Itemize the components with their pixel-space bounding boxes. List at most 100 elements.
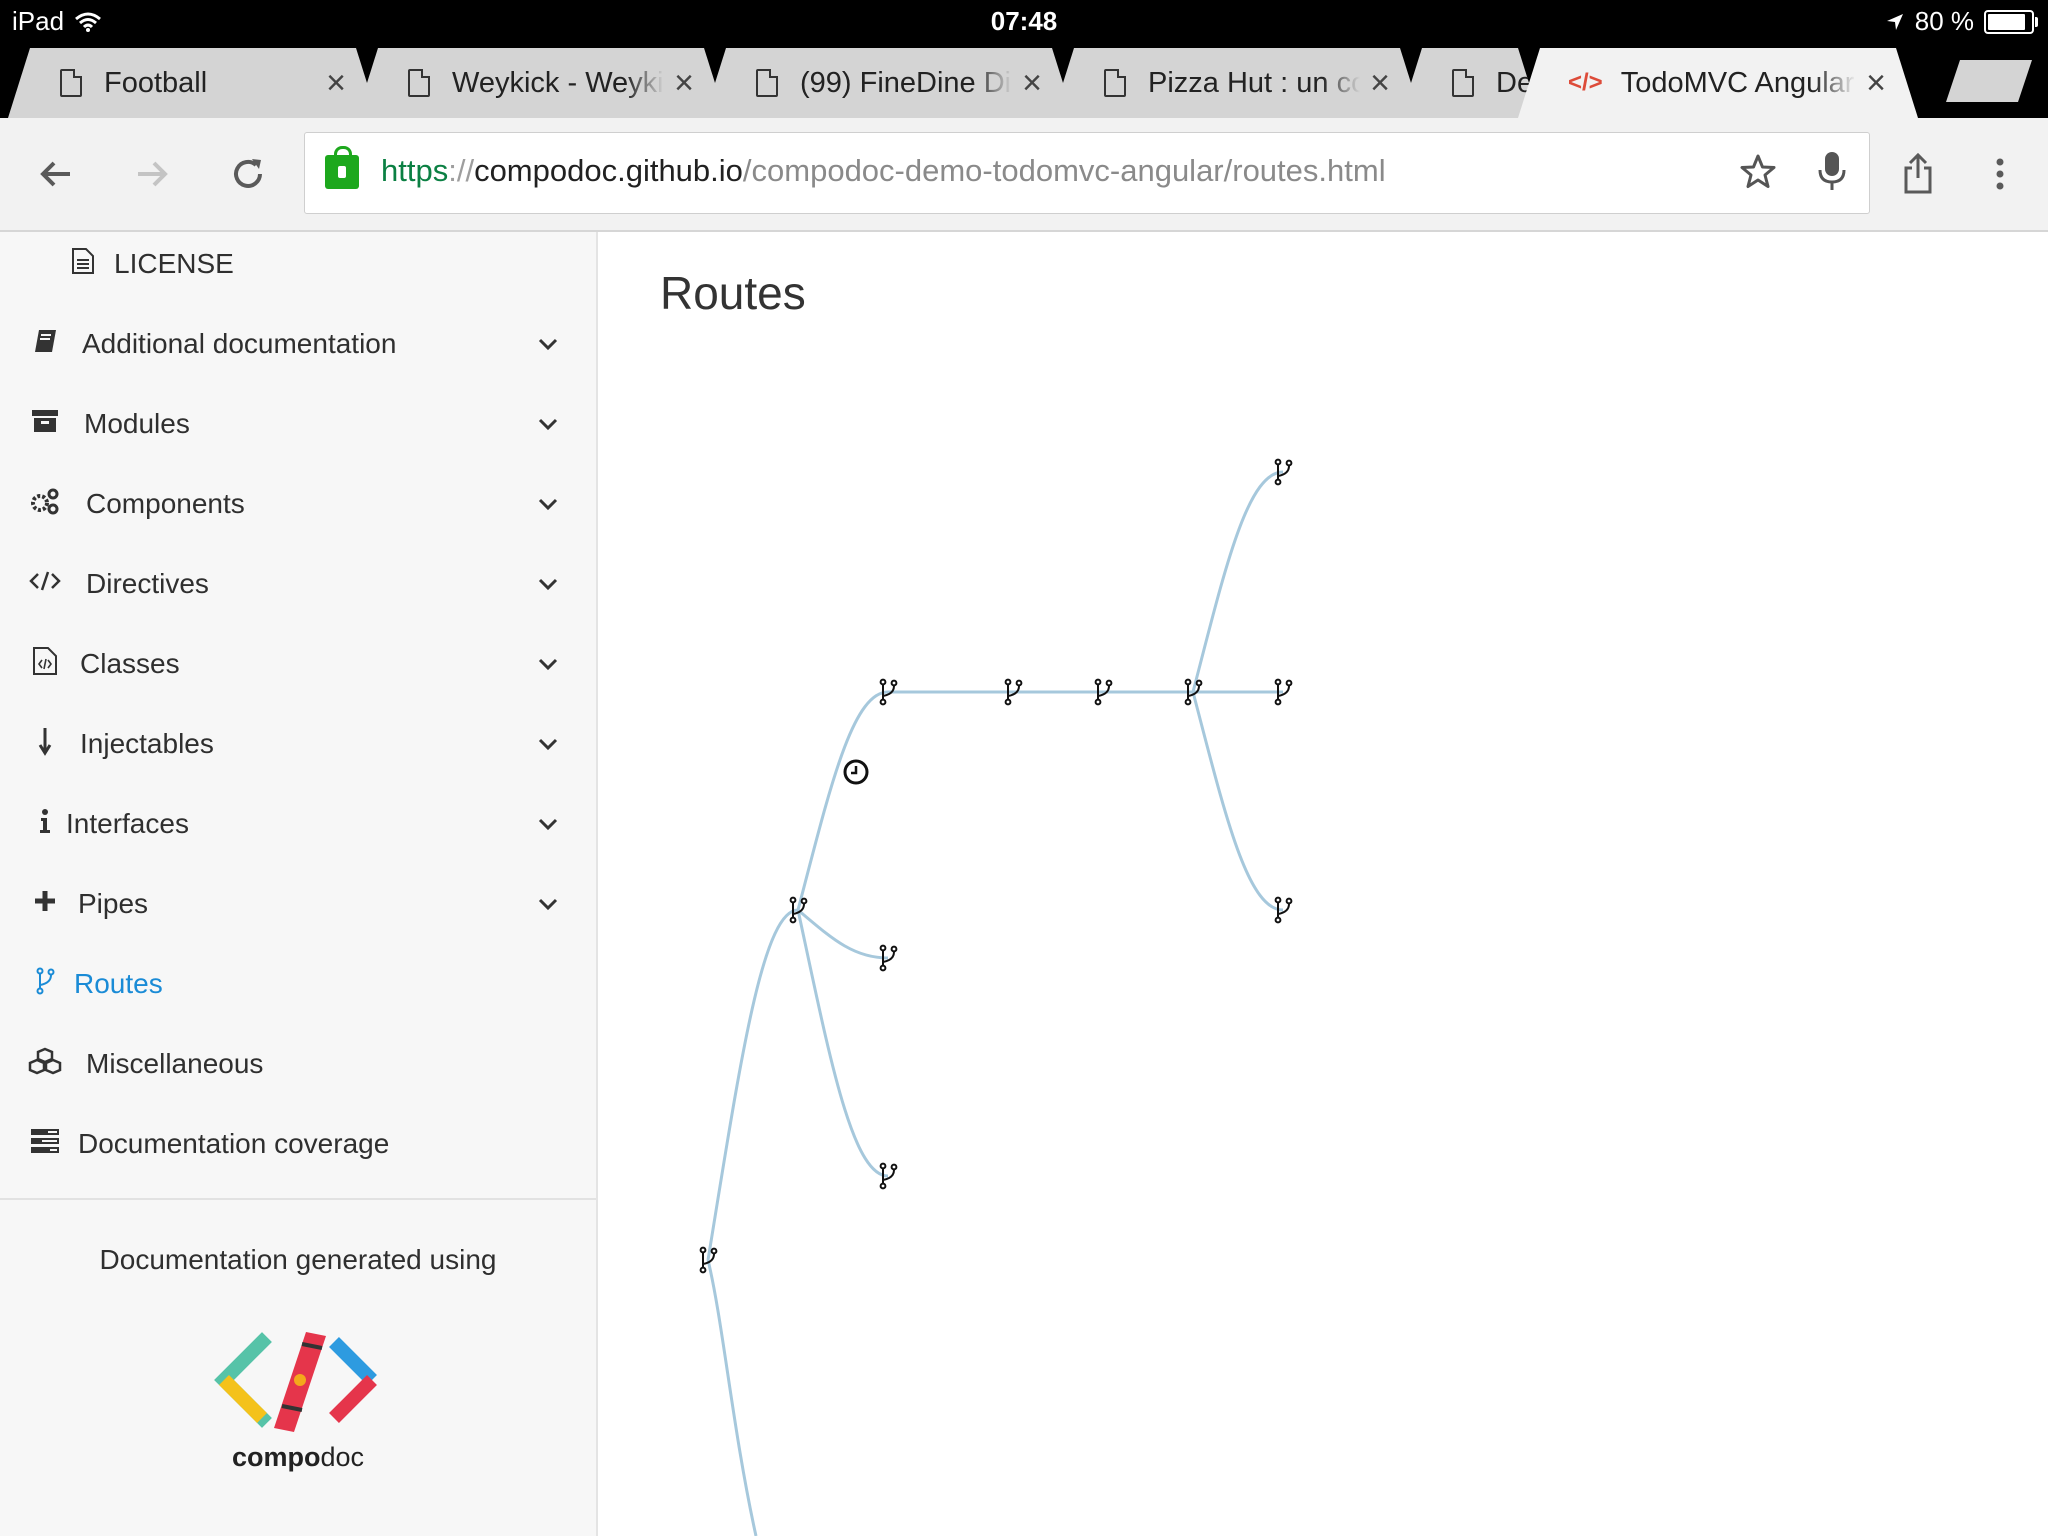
route-link — [796, 690, 889, 911]
address-bar[interactable]: https://compodoc.github.io/compodoc-demo… — [304, 132, 1870, 214]
sidebar-item-label: LICENSE — [114, 248, 234, 279]
chevron-down-icon[interactable] — [534, 890, 562, 918]
tab-de[interactable]: De — [1400, 48, 1540, 118]
generated-by-text: Documentation generated using — [99, 1244, 497, 1275]
file-text-icon — [66, 247, 100, 282]
browser-toolbar: https://compodoc.github.io/compodoc-demo… — [0, 118, 2048, 232]
reload-icon — [234, 159, 262, 188]
sidebar-item-injectables[interactable]: Injectables — [0, 712, 596, 776]
share-button[interactable] — [1890, 146, 1946, 202]
sidebar-item-label: Additional documentation — [82, 328, 397, 359]
chevron-down-icon[interactable] — [534, 410, 562, 438]
sidebar-item-directives[interactable]: Directives — [0, 552, 596, 616]
sidebar-item-routes[interactable]: Routes — [0, 952, 596, 1016]
new-tab-button[interactable] — [1946, 60, 2032, 102]
clock: 07:48 — [990, 6, 1058, 36]
routes-tree-graph[interactable] — [598, 232, 2048, 1536]
location-arrow-icon — [1886, 13, 1903, 30]
lock-icon — [325, 146, 359, 189]
more-vert-icon — [1996, 158, 2004, 190]
archive-icon — [28, 408, 62, 441]
tasks-icon — [28, 1128, 62, 1161]
book-icon — [28, 328, 62, 361]
route-link — [706, 908, 799, 1261]
sidebar-item-label: Documentation coverage — [78, 1128, 390, 1159]
route-link — [796, 909, 889, 1178]
route-node-fork-icon[interactable] — [1274, 458, 1293, 486]
page-icon — [1452, 69, 1474, 97]
sidebar-item-pipes[interactable]: Pipes — [0, 872, 596, 936]
voice-search-button[interactable] — [1807, 147, 1857, 197]
tab-title: Football — [104, 66, 208, 99]
back-button[interactable] — [28, 146, 84, 202]
chevron-down-icon[interactable] — [534, 570, 562, 598]
status-bar: iPad 07:48 80 % — [0, 0, 2048, 42]
page-icon — [756, 69, 778, 97]
sidebar-item-modules[interactable]: Modules — [0, 392, 596, 456]
reload-button[interactable] — [220, 146, 276, 202]
tab-title: (99) FineDine Digital — [800, 66, 1012, 99]
route-node-fork-icon[interactable] — [879, 944, 898, 972]
close-icon[interactable]: × — [664, 64, 704, 103]
close-icon[interactable]: × — [1012, 64, 1052, 103]
page-icon — [1104, 69, 1126, 97]
close-icon[interactable]: × — [1360, 64, 1400, 103]
url-scheme: https — [381, 153, 449, 188]
route-node-fork-icon[interactable] — [1274, 678, 1293, 706]
forward-button[interactable] — [124, 146, 180, 202]
sidebar-item-interfaces[interactable]: Interfaces — [0, 792, 596, 856]
tab-pizza-hut[interactable]: Pizza Hut : un concept × — [1052, 48, 1422, 118]
star-icon — [1740, 154, 1776, 188]
tab-todomvc-active[interactable]: </> TodoMVC Angular × — [1518, 48, 1918, 118]
bookmark-star-button[interactable] — [1733, 147, 1783, 197]
file-code-icon — [28, 646, 62, 683]
arrow-left-icon — [40, 161, 70, 187]
route-node-fork-icon[interactable] — [879, 1162, 898, 1190]
route-node-fork-icon[interactable] — [1274, 896, 1293, 924]
sidebar-item-classes[interactable]: Classes — [0, 632, 596, 696]
wordmark-light: doc — [320, 1442, 365, 1472]
microphone-icon — [1818, 152, 1846, 190]
code-fork-icon — [28, 967, 62, 1002]
tab-finedine[interactable]: (99) FineDine Digital × — [704, 48, 1074, 118]
sidebar-item-label: Interfaces — [66, 808, 189, 839]
plus-icon — [28, 888, 62, 920]
route-link — [706, 1259, 758, 1536]
chevron-down-icon[interactable] — [534, 490, 562, 518]
url-text[interactable]: https://compodoc.github.io/compodoc-demo… — [381, 153, 1386, 189]
compodoc-wordmark: compodoc — [0, 1442, 596, 1473]
route-nodes — [699, 458, 1293, 1274]
route-link — [1191, 470, 1284, 693]
sidebar-item-license[interactable]: LICENSE — [0, 232, 596, 296]
menu-button[interactable] — [1972, 146, 2028, 202]
url-host: compodoc.github.io — [474, 153, 743, 188]
lazy-load-clock-icon[interactable] — [843, 759, 869, 785]
code-icon: </> — [1568, 69, 1603, 96]
chevron-down-icon[interactable] — [534, 810, 562, 838]
tab-weykick[interactable]: Weykick - Weykick × — [356, 48, 726, 118]
close-icon[interactable]: × — [316, 64, 356, 103]
sidebar-item-miscellaneous[interactable]: Miscellaneous — [0, 1032, 596, 1096]
tab-football[interactable]: Football × — [8, 48, 378, 118]
chevron-down-icon[interactable] — [534, 650, 562, 678]
route-link — [797, 908, 889, 960]
battery-icon — [1984, 9, 2038, 34]
cubes-icon — [28, 1047, 62, 1082]
tab-strip: Football × Weykick - Weykick × (99) Fine… — [0, 42, 2048, 118]
tab-title: Weykick - Weykick — [452, 66, 664, 99]
sidebar-item-components[interactable]: Components — [0, 472, 596, 536]
page-icon — [408, 69, 430, 97]
tab-title: Pizza Hut : un concept — [1148, 66, 1360, 99]
route-links — [706, 470, 1284, 1536]
chevron-down-icon[interactable] — [534, 730, 562, 758]
sidebar-item-label: Classes — [80, 648, 180, 679]
sidebar-item-documentation-coverage[interactable]: Documentation coverage — [0, 1112, 596, 1176]
sidebar-item-label: Directives — [86, 568, 209, 599]
sidebar-item-additional-documentation[interactable]: Additional documentation — [0, 312, 596, 376]
sidebar-item-label: Components — [86, 488, 245, 519]
wordmark-bold: compo — [231, 1442, 321, 1472]
tab-title: TodoMVC Angular — [1620, 66, 1855, 99]
close-icon[interactable]: × — [1856, 64, 1896, 103]
battery-percentage: 80 % — [1914, 6, 1974, 36]
chevron-down-icon[interactable] — [534, 330, 562, 358]
